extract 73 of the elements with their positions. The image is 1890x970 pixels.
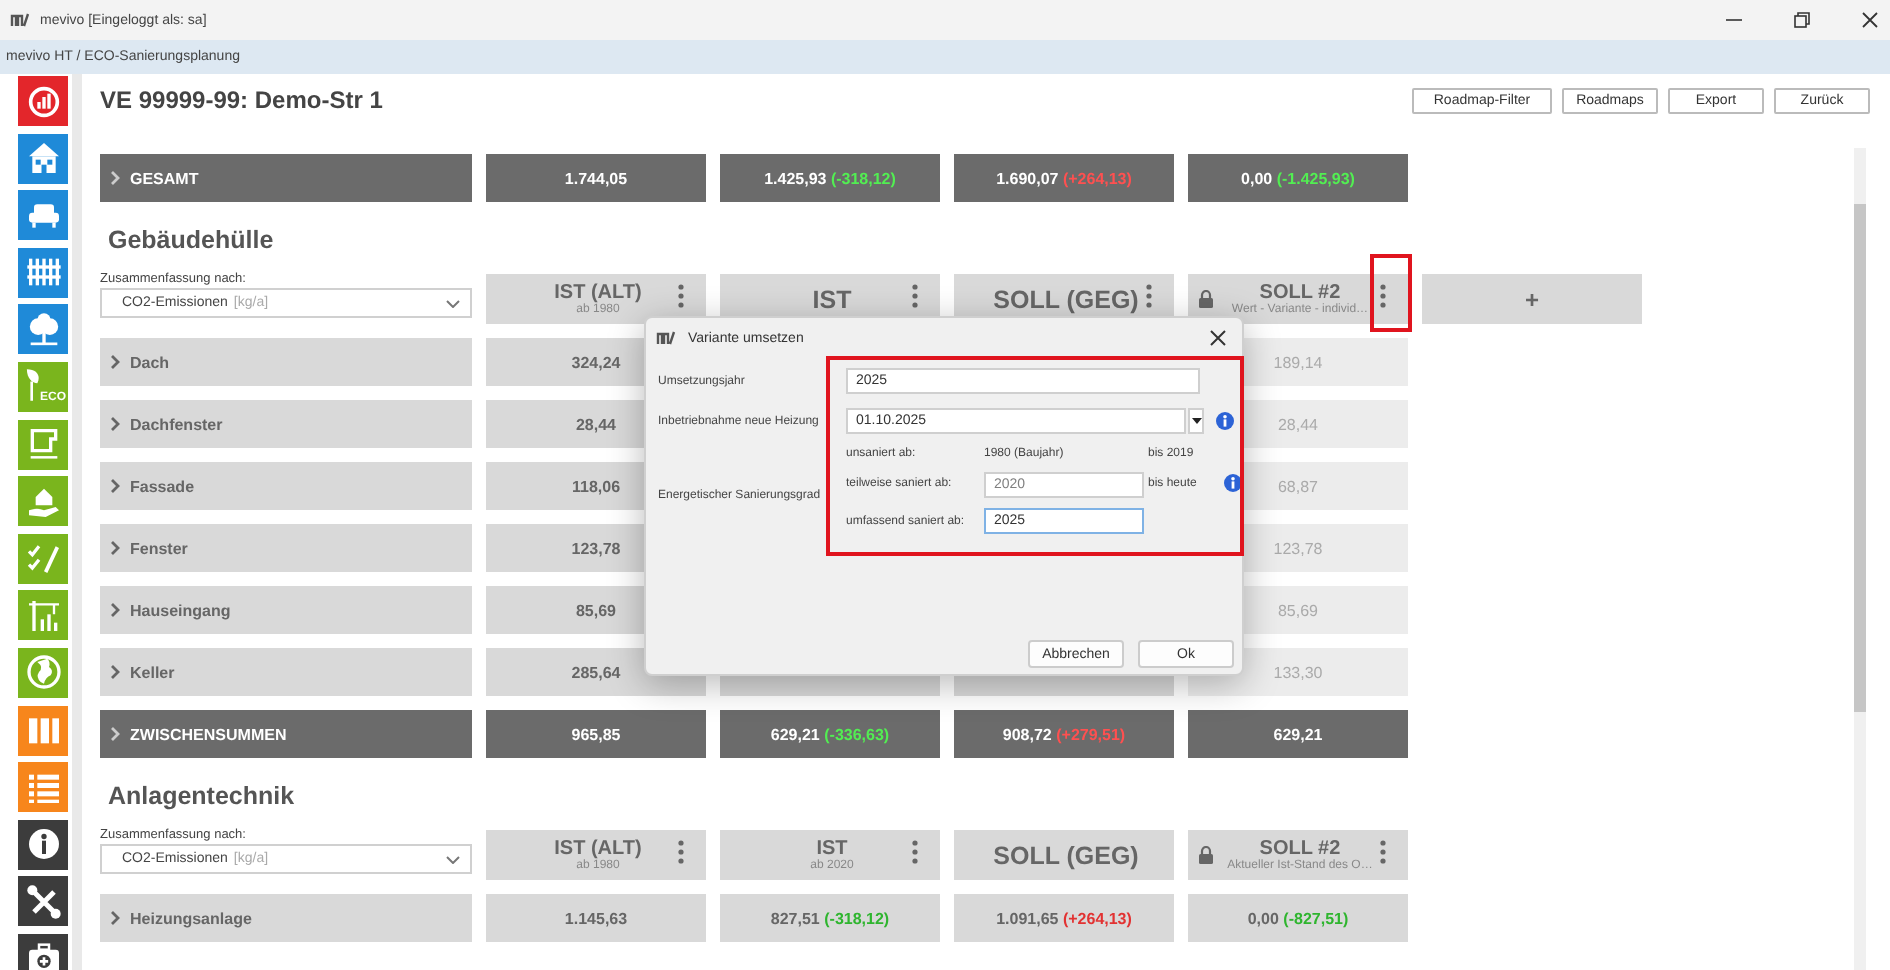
table-cell: 629,21 — [1188, 710, 1408, 758]
table-cell: 1.145,63 — [486, 894, 706, 942]
leaf-icon — [26, 367, 40, 402]
menu-icon[interactable] — [1380, 839, 1386, 863]
expand-row-button[interactable]: Dach — [100, 338, 472, 386]
expand-row-button[interactable]: Fassade — [100, 462, 472, 510]
globe-icon — [23, 652, 63, 693]
table-cell: 1.690,07 (+264,13) — [954, 154, 1174, 202]
section-heading: Anlagentechnik — [108, 782, 297, 814]
menu-icon[interactable] — [912, 839, 918, 863]
expand-row-button[interactable]: Fenster — [100, 524, 472, 572]
table-cell: 908,72 (+279,51) — [954, 710, 1174, 758]
chevron-icon — [110, 540, 120, 556]
lock-icon[interactable] — [1198, 845, 1214, 863]
expand-row-button[interactable]: ZWISCHENSUMMEN — [100, 710, 472, 758]
scrollbar[interactable] — [1854, 148, 1866, 970]
scrollbar-thumb[interactable] — [1854, 204, 1866, 712]
menu-icon[interactable] — [678, 283, 684, 307]
caret-icon — [446, 299, 460, 307]
column-title: IST (ALT) — [554, 838, 642, 860]
chevron-icon — [110, 910, 120, 926]
table-cell: 0,00 (-827,51) — [1188, 894, 1408, 942]
sidebar-button[interactable] — [18, 76, 68, 126]
column-title: SOLL (GEG) — [993, 285, 1139, 313]
menu-icon[interactable] — [1380, 283, 1386, 307]
table-cell: 965,85 — [486, 710, 706, 758]
column-title: IST — [816, 838, 848, 860]
menu-icon[interactable] — [912, 283, 918, 307]
tools-icon — [23, 881, 63, 922]
column-title: SOLL #2 — [1259, 282, 1341, 304]
column-title: SOLL (GEG) — [993, 841, 1139, 869]
table-cell: 827,51 (-318,12) — [720, 894, 940, 942]
column-title: SOLL #2 — [1259, 838, 1341, 860]
column-title: IST (ALT) — [554, 282, 642, 304]
table-cell: 1.744,05 — [486, 154, 706, 202]
add-column-button[interactable]: + — [1422, 274, 1642, 324]
caret-icon — [1191, 418, 1201, 424]
close-icon[interactable] — [1210, 330, 1226, 346]
expand-row-button[interactable]: Dachfenster — [100, 400, 472, 448]
menu-icon[interactable] — [678, 839, 684, 863]
close-icon[interactable] — [1862, 12, 1878, 28]
table-cell: 1.425,93 (-318,12) — [720, 154, 940, 202]
chevron-icon — [110, 478, 120, 494]
table-cell: 1.091,65 (+264,13) — [954, 894, 1174, 942]
column-title: IST — [812, 285, 852, 313]
chevron-icon — [110, 664, 120, 680]
app-logo-icon — [656, 330, 676, 346]
first-aid-icon — [23, 938, 63, 970]
expand-row-button[interactable]: GESAMT — [100, 154, 472, 202]
page-title: VE 99999-99: Demo-Str 1 — [100, 86, 383, 114]
caret-icon — [446, 855, 460, 863]
expand-row-button[interactable]: Hauseingang — [100, 586, 472, 634]
sidebar-button[interactable] — [18, 819, 68, 870]
table-cell: 629,21 (-336,63) — [720, 710, 940, 758]
dropdown-button[interactable] — [1188, 408, 1204, 434]
sidebar-button[interactable] — [18, 876, 68, 927]
lock-icon[interactable] — [1198, 289, 1214, 307]
chevron-icon — [110, 170, 120, 186]
chevron-icon — [110, 726, 120, 742]
chevron-icon — [110, 354, 120, 370]
expand-row-button[interactable]: Keller — [100, 648, 472, 696]
table-cell: 0,00 (-1.425,93) — [1188, 154, 1408, 202]
restore-icon[interactable] — [1794, 12, 1810, 28]
menu-icon[interactable] — [1146, 283, 1152, 307]
chevron-icon — [110, 416, 120, 432]
app-logo-icon — [10, 12, 30, 28]
info-icon — [23, 824, 63, 865]
section-heading: Gebäudehülle — [108, 226, 276, 258]
chevron-icon — [110, 602, 120, 618]
sidebar-button[interactable] — [18, 933, 68, 970]
crane-icon — [23, 595, 63, 636]
expand-row-button[interactable]: Heizungsanlage — [100, 894, 472, 942]
chart-icon — [23, 81, 63, 121]
